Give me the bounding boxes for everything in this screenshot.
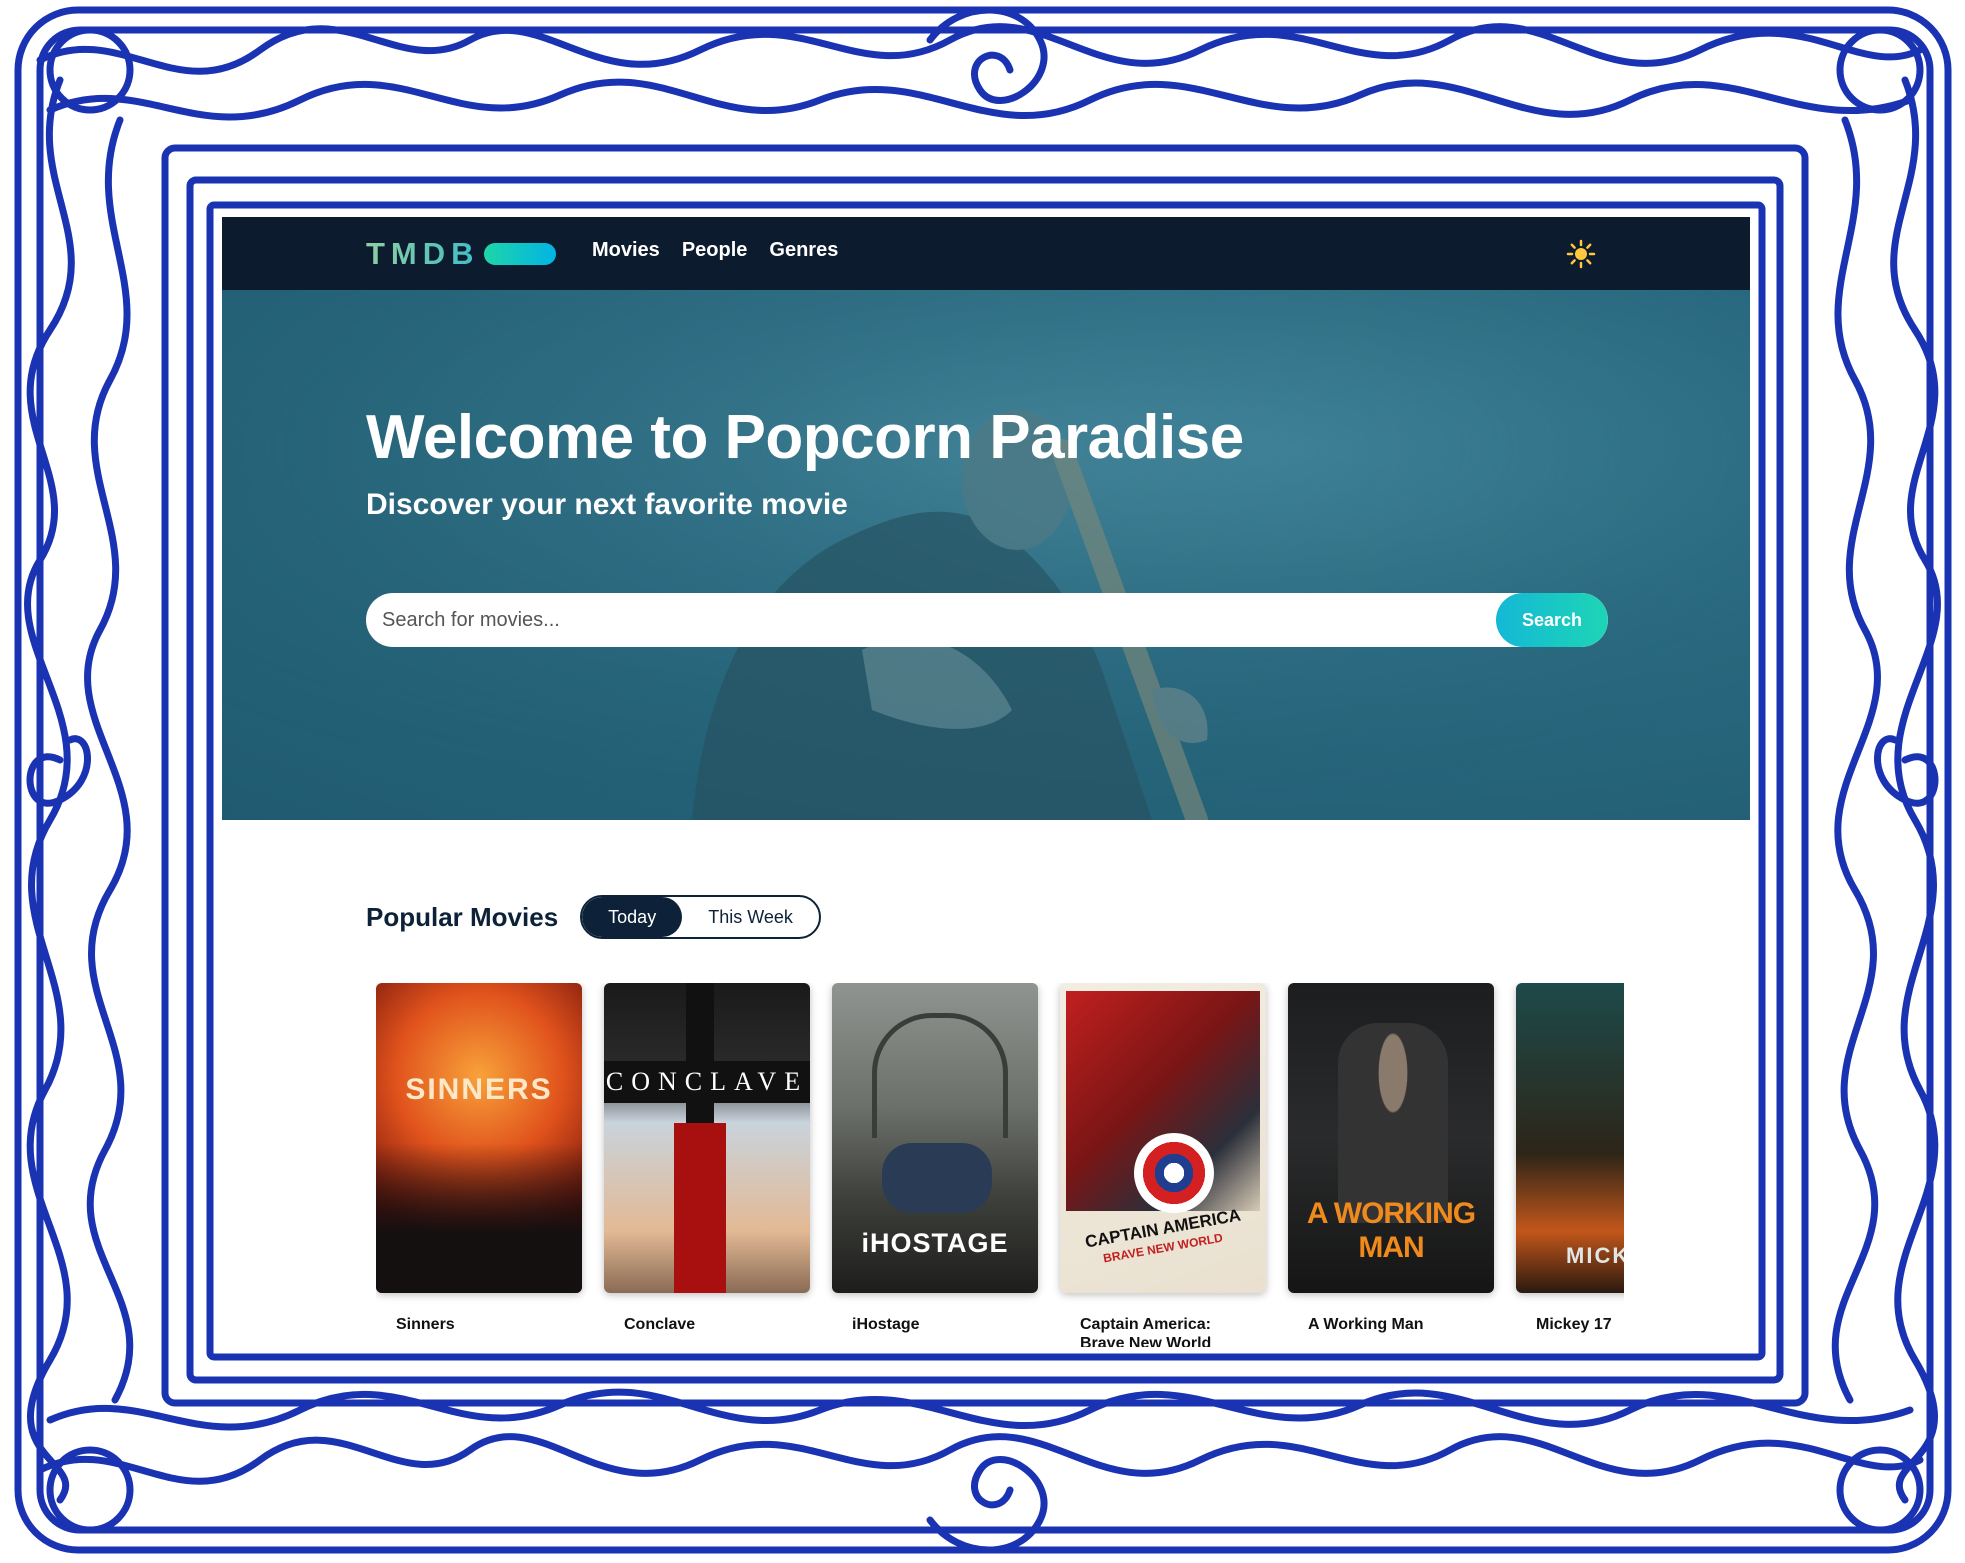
poster-figure xyxy=(1338,1023,1448,1223)
nav-link-people[interactable]: People xyxy=(682,239,748,262)
logo-text: TMDB xyxy=(366,236,480,271)
movie-poster[interactable]: A WORKING MAN xyxy=(1288,983,1494,1293)
poster-figure-red xyxy=(674,1123,726,1293)
nav-link-genres[interactable]: Genres xyxy=(769,239,838,262)
hero-title: Welcome to Popcorn Paradise xyxy=(366,403,1244,472)
poster-title-text: A WORKING MAN xyxy=(1306,1197,1476,1264)
sun-icon xyxy=(1566,239,1596,269)
navbar: TMDB Movies People Genres xyxy=(222,217,1750,290)
movie-title[interactable]: Mickey 17 xyxy=(1516,1315,1624,1334)
movie-carousel: SINNERS Sinners CONCLAVE Conclave iHOSTA… xyxy=(376,983,1624,1347)
tmdb-logo[interactable]: TMDB xyxy=(366,236,556,271)
poster-shield xyxy=(1134,1133,1214,1213)
movie-poster[interactable]: iHOSTAGE xyxy=(832,983,1038,1293)
movie-card[interactable]: MICK Mickey 17 xyxy=(1516,983,1624,1334)
poster-title-text: CONCLAVE xyxy=(605,1067,809,1096)
poster-figure xyxy=(882,1143,992,1213)
movie-card[interactable]: iHOSTAGE iHostage xyxy=(832,983,1038,1334)
movie-poster[interactable]: CONCLAVE xyxy=(604,983,810,1293)
search-input[interactable] xyxy=(366,593,1496,647)
logo-pill-shape xyxy=(483,243,556,265)
section-title: Popular Movies xyxy=(366,901,559,932)
hero-subtitle: Discover your next favorite movie xyxy=(366,488,848,521)
movie-card[interactable]: A WORKING MAN A Working Man xyxy=(1288,983,1494,1334)
search-button[interactable]: Search xyxy=(1496,593,1608,647)
theme-toggle-button[interactable] xyxy=(1564,237,1598,271)
movie-card[interactable]: CONCLAVE Conclave xyxy=(604,983,810,1334)
movie-poster[interactable]: CAPTAIN AMERICA BRAVE NEW WORLD xyxy=(1060,983,1266,1293)
movie-title[interactable]: A Working Man xyxy=(1288,1315,1478,1334)
nav-links: Movies People Genres xyxy=(592,239,838,262)
movie-poster[interactable]: MICK xyxy=(1516,983,1624,1293)
poster-arch xyxy=(872,1013,1008,1138)
movie-card[interactable]: CAPTAIN AMERICA BRAVE NEW WORLD Captain … xyxy=(1060,983,1266,1347)
movie-title[interactable]: iHostage xyxy=(832,1315,1022,1334)
movie-card[interactable]: SINNERS Sinners xyxy=(376,983,582,1334)
popular-section-header: Popular Movies Today This Week xyxy=(366,895,821,939)
toggle-this-week[interactable]: This Week xyxy=(682,897,819,937)
poster-title-text: MICK xyxy=(1566,1243,1624,1268)
movie-poster[interactable]: SINNERS xyxy=(376,983,582,1293)
toggle-today[interactable]: Today xyxy=(582,897,683,937)
poster-figure xyxy=(376,1143,582,1293)
poster-title-text: SINNERS xyxy=(405,1073,553,1106)
movie-title[interactable]: Conclave xyxy=(604,1315,794,1334)
movie-title[interactable]: Sinners xyxy=(376,1315,566,1334)
poster-title-text: iHOSTAGE xyxy=(861,1228,1009,1258)
nav-link-movies[interactable]: Movies xyxy=(592,239,660,262)
time-window-toggle: Today This Week xyxy=(580,895,821,939)
hero-background-image xyxy=(222,290,1750,820)
app-screen: TMDB Movies People Genres Welcome to Pop… xyxy=(222,217,1750,1347)
movie-title[interactable]: Captain America: Brave New World xyxy=(1060,1315,1250,1347)
search-bar: Search xyxy=(366,593,1608,647)
hero-banner: Welcome to Popcorn Paradise Discover you… xyxy=(222,290,1750,820)
